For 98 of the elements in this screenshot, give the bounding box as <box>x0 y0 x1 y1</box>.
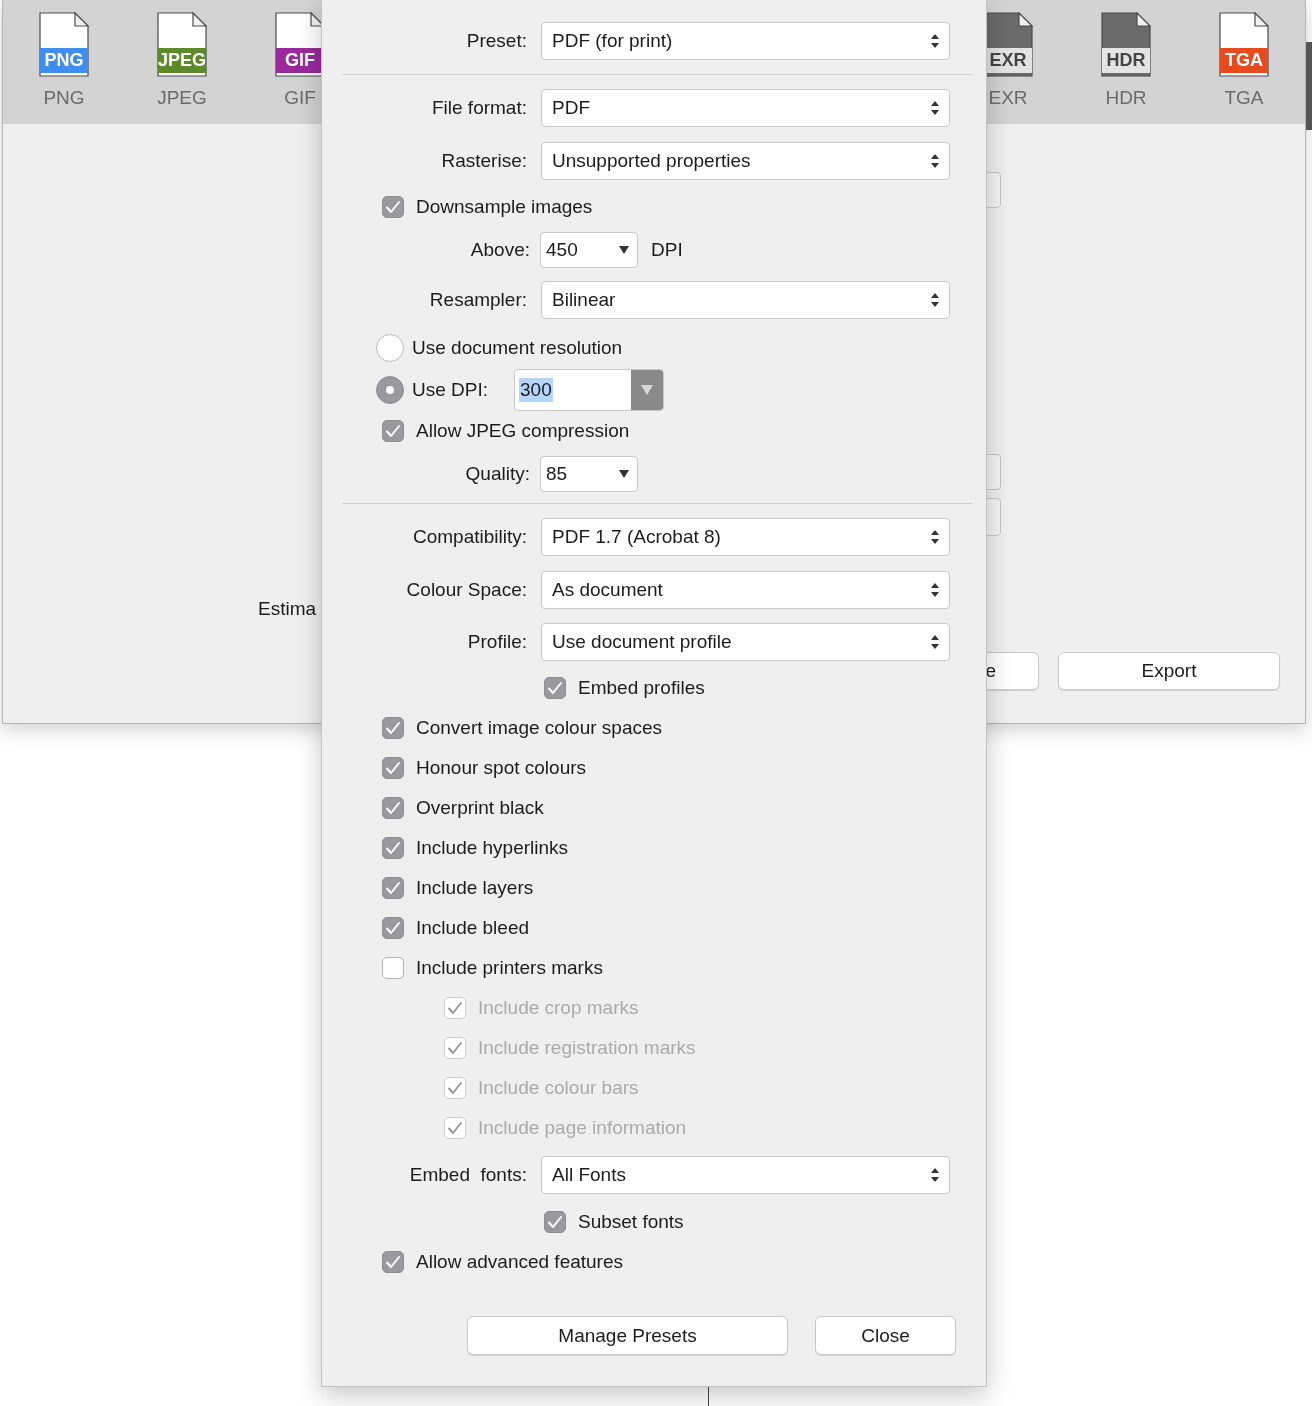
checkbox[interactable] <box>382 196 404 218</box>
checkmark-icon <box>385 841 401 855</box>
combo-box[interactable]: 85 <box>540 456 638 492</box>
format-badge: PNG <box>40 48 88 73</box>
format-badge: GIF <box>276 48 324 73</box>
format-label: JPEG <box>157 87 207 109</box>
field-label: Compatibility: <box>411 526 527 548</box>
checkbox-label: Include crop marks <box>478 997 639 1019</box>
stepper-arrows-icon <box>931 153 939 169</box>
checkmark-icon <box>547 1215 563 1229</box>
checkmark-icon <box>447 1081 463 1095</box>
dropdown[interactable]: Bilinear <box>541 281 950 319</box>
checkbox-label: Embed profiles <box>578 677 705 699</box>
format-label: TGA <box>1224 87 1264 109</box>
radio-button[interactable] <box>376 376 404 404</box>
format-badge: HDR <box>1102 48 1150 73</box>
checkbox[interactable] <box>382 957 404 979</box>
dropdown-button[interactable] <box>631 370 664 410</box>
checkbox[interactable] <box>382 917 404 939</box>
dropdown[interactable]: PDF <box>541 89 950 127</box>
checkmark-icon <box>385 801 401 815</box>
dropdown[interactable]: Use document profile <box>541 623 950 661</box>
field-label: Preset: <box>465 30 527 52</box>
checkbox[interactable] <box>544 1211 566 1233</box>
checkbox-label: Allow advanced features <box>416 1251 623 1273</box>
radio-label: Use document resolution <box>412 337 623 359</box>
caret-icon <box>641 385 654 395</box>
checkbox-label: Convert image colour spaces <box>416 717 663 739</box>
field-label: Resampler: <box>428 289 527 311</box>
checkmark-icon <box>385 761 401 775</box>
stepper-arrows-icon <box>931 1167 939 1183</box>
checkbox[interactable] <box>382 837 404 859</box>
checkmark-icon <box>447 1001 463 1015</box>
radio-button[interactable] <box>376 334 404 362</box>
checkmark-icon <box>385 424 401 438</box>
checkmark-icon <box>547 681 563 695</box>
checkbox-label: Include registration marks <box>478 1037 696 1059</box>
caret-icon <box>619 470 629 478</box>
field-label: Above: <box>469 239 530 261</box>
checkbox[interactable] <box>382 1251 404 1273</box>
caret-icon <box>619 246 629 254</box>
stepper-arrows-icon <box>931 100 939 116</box>
field-label: File format: <box>430 97 527 119</box>
format-label: PNG <box>43 87 85 109</box>
checkbox[interactable] <box>382 420 404 442</box>
checkbox-label: Include colour bars <box>478 1077 639 1099</box>
stepper-arrows-icon <box>931 529 939 545</box>
format-label: EXR <box>988 87 1028 109</box>
field-label: Quality: <box>464 463 530 485</box>
field-label: Rasterise: <box>440 150 527 172</box>
stepper-arrows-icon <box>931 33 939 49</box>
stepper-arrows-icon <box>931 634 939 650</box>
checkbox-label: Include printers marks <box>416 957 603 979</box>
format-badge: EXR <box>984 48 1032 73</box>
window-button[interactable]: Export <box>1058 652 1280 690</box>
unit-label: DPI <box>651 239 683 261</box>
dropdown[interactable]: All Fonts <box>541 1156 950 1194</box>
field-label: Profile: <box>466 631 527 653</box>
checkbox-label: Allow JPEG compression <box>416 420 630 442</box>
checkbox-label: Overprint black <box>416 797 544 819</box>
estimate-label: Estima <box>258 598 317 620</box>
checkbox-label: Subset fonts <box>578 1211 684 1233</box>
dropdown[interactable]: PDF (for print) <box>541 22 950 60</box>
checkbox[interactable] <box>382 797 404 819</box>
field-label: Colour Space: <box>405 579 527 601</box>
format-badge: JPEG <box>158 48 206 73</box>
field-label: Embed fonts: <box>408 1164 527 1186</box>
checkmark-icon <box>385 200 401 214</box>
radio-label: Use DPI: <box>412 379 489 401</box>
checkmark-icon <box>447 1041 463 1055</box>
format-label: GIF <box>284 87 316 109</box>
checkbox-label: Downsample images <box>416 196 593 218</box>
checkbox[interactable] <box>382 877 404 899</box>
checkmark-icon <box>385 1255 401 1269</box>
checkmark-icon <box>385 881 401 895</box>
dialog-button[interactable]: Manage Presets <box>467 1316 788 1355</box>
dialog-button[interactable]: Close <box>815 1316 956 1355</box>
checkbox-label: Honour spot colours <box>416 757 587 779</box>
checkmark-icon <box>385 921 401 935</box>
checkbox[interactable] <box>382 717 404 739</box>
checkbox-label: Include layers <box>416 877 534 899</box>
checkbox[interactable] <box>544 677 566 699</box>
dropdown[interactable]: Unsupported properties <box>541 142 950 180</box>
checkbox-label: Include bleed <box>416 917 530 939</box>
checkbox[interactable] <box>382 757 404 779</box>
stepper-arrows-icon <box>931 292 939 308</box>
combo-box[interactable]: 450 <box>540 232 638 268</box>
dropdown[interactable]: As document <box>541 571 950 609</box>
dpi-field[interactable]: 300 <box>514 369 665 411</box>
checkbox-label: Include hyperlinks <box>416 837 569 859</box>
stepper-arrows-icon <box>931 582 939 598</box>
dropdown[interactable]: PDF 1.7 (Acrobat 8) <box>541 518 950 556</box>
scroll-thumb[interactable] <box>1306 42 1312 130</box>
checkmark-icon <box>385 721 401 735</box>
format-label: HDR <box>1105 87 1147 109</box>
checkmark-icon <box>447 1121 463 1135</box>
format-badge: TGA <box>1220 48 1268 73</box>
checkbox-label: Include page information <box>478 1117 687 1139</box>
